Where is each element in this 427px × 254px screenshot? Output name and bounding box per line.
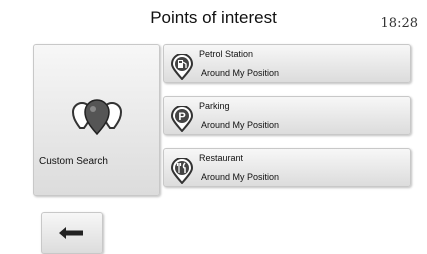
clock: 18:28 [380,16,418,31]
category-parking[interactable]: P Parking Around My Position [163,96,411,135]
cutlery-pin-icon [170,157,194,189]
category-subtitle: Around My Position [201,68,280,78]
parking-pin-icon: P [170,105,194,137]
custom-search-label: Custom Search [39,156,108,167]
category-subtitle: Around My Position [201,120,280,130]
group-pins-icon [71,98,123,141]
fuel-pump-pin-icon [170,53,194,85]
category-subtitle: Around My Position [201,172,280,182]
back-button[interactable] [41,212,103,254]
page-title: Points of interest [150,8,277,27]
custom-search-button[interactable]: Custom Search [33,44,160,196]
category-name: Restaurant [199,153,244,163]
back-arrow-icon [59,226,83,244]
category-restaurant[interactable]: Restaurant Around My Position [163,148,411,187]
category-name: Petrol Station [199,49,254,59]
category-name: Parking [199,101,230,111]
svg-text:P: P [178,111,185,123]
category-petrol-station[interactable]: Petrol Station Around My Position [163,44,411,83]
